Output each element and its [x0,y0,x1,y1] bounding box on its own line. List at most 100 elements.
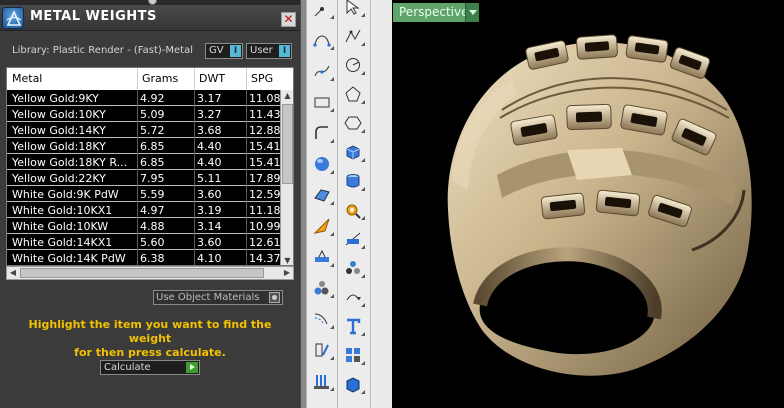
gear-settings-icon [346,204,361,219]
scroll-down-icon[interactable]: ▼ [281,255,293,265]
grid-array-tool-button[interactable] [340,344,366,366]
table-row[interactable]: White Gold:14K PdW 6.38 4.10 14.37 [7,250,280,265]
scroll-up-icon[interactable]: ▲ [281,90,293,102]
use-object-materials-label: Use Object Materials [156,292,260,303]
layout-tool-button[interactable] [309,339,335,361]
curve-bezier-icon [313,35,331,47]
hexagon-tool-button[interactable] [340,112,366,134]
close-button[interactable]: ✕ [281,12,296,27]
table-row[interactable]: Yellow Gold:18KY 6.85 4.40 15.41 [7,138,280,154]
panel-title: METAL WEIGHTS [30,9,157,24]
panel-titlebar: METAL WEIGHTS ✕ [0,5,300,31]
fillet-curve-tool-button[interactable] [309,122,335,144]
curve-point-tool-button[interactable] [309,0,335,20]
rotate-arc-tool-button[interactable] [340,286,366,308]
table-row[interactable]: White Gold:10KX1 4.97 3.19 11.18 [7,202,280,218]
gv-toggle-button[interactable]: GV I [205,43,243,59]
perspective-viewport[interactable]: Perspective [392,0,784,408]
cell-grams: 5.72 [140,124,165,137]
cell-metal: Yellow Gold:14KY [12,124,106,137]
rotate-arc-icon [346,294,361,301]
curve-point-icon [314,7,324,17]
calculate-label: Calculate [104,362,151,373]
user-toggle-button[interactable]: User I [246,43,292,59]
scroll-left-icon[interactable]: ◀ [7,267,19,279]
table-row[interactable]: Yellow Gold:9KY 4.92 3.17 11.08 [7,90,280,106]
viewport-view-selector[interactable]: Perspective [393,3,479,22]
circle-tool-button[interactable] [340,54,366,76]
cylinder-tool-button[interactable] [340,170,366,192]
column-divider [194,90,195,265]
box-icon [346,145,360,160]
cell-spg: 15.41 [249,156,280,169]
chevron-down-icon[interactable] [465,3,479,22]
cell-metal: White Gold:9K PdW [12,188,119,201]
column-divider [137,90,138,265]
table-body: Yellow Gold:9KY 4.92 3.17 11.08 Yellow Gold:… [7,90,280,265]
cell-metal: Yellow Gold:22KY [12,172,106,185]
table-row[interactable]: White Gold:9K PdW 5.59 3.60 12.59 [7,186,280,202]
table-row[interactable]: White Gold:10KW 4.88 3.14 10.99 [7,218,280,234]
table-row[interactable]: Yellow Gold:18KY R... 6.85 4.40 15.41 [7,154,280,170]
box-solid-tool-button[interactable] [340,373,366,395]
cell-dwt: 3.17 [197,92,222,105]
table-row[interactable]: Yellow Gold:10KY 5.09 3.27 11.43 [7,106,280,122]
cell-grams: 4.88 [140,220,165,233]
boolean-tool-button[interactable] [309,246,335,268]
cell-metal: Yellow Gold:18KY R... [12,156,128,169]
scroll-right-icon[interactable]: ▶ [281,267,293,279]
select-arrow-tool-button[interactable] [340,0,366,18]
cell-spg: 14.37 [249,252,280,265]
table-row[interactable]: White Gold:14KX1 5.60 3.60 12.61 [7,234,280,250]
column-header-spg[interactable]: SPG [251,72,273,85]
table-row[interactable]: Yellow Gold:14KY 5.72 3.68 12.88 [7,122,280,138]
fillet-curve-icon [315,126,328,139]
gumball-arrow-icon [313,218,330,234]
box-tool-button[interactable] [340,141,366,163]
surface-patch-tool-button[interactable] [309,184,335,206]
column-header-grams[interactable]: Grams [142,72,178,85]
calculate-button[interactable]: Calculate [100,360,200,375]
table-row[interactable]: Yellow Gold:22KY 7.95 5.11 17.89 [7,170,280,186]
offset-curve-tool-button[interactable] [309,308,335,330]
table-vertical-scrollbar[interactable]: ▲ ▼ [280,90,293,265]
cell-dwt: 3.68 [197,124,222,137]
cell-dwt: 3.60 [197,236,222,249]
group-spheres-tool-button[interactable] [309,277,335,299]
cell-grams: 4.97 [140,204,165,217]
box-solid-icon [346,377,360,393]
rectangle-tool-button[interactable] [309,91,335,113]
header-divider [137,68,138,90]
gv-toggle-indicator: I [230,45,241,57]
boolean-icon [315,249,329,262]
polygon-tool-button[interactable] [340,83,366,105]
instruction-line-2: for then press calculate. [74,346,226,359]
scroll-thumb[interactable] [282,104,293,184]
curve-interpolate-tool-button[interactable] [309,60,335,82]
split-tool-button[interactable] [340,228,366,250]
metal-table: Metal Grams DWT SPG Yellow Gold:9KY 4.92 3… [6,67,294,266]
curve-bezier-tool-button[interactable] [309,29,335,51]
instruction-line-1: Highlight the item you want to find the … [28,318,272,345]
cell-dwt: 3.14 [197,220,222,233]
split-icon [345,232,361,246]
cell-grams: 6.38 [140,252,165,265]
viewport-label: Perspective [399,5,469,19]
use-object-materials-radio[interactable] [269,292,280,303]
column-header-metal[interactable]: Metal [12,72,42,85]
gear-settings-tool-button[interactable] [340,199,366,221]
app-window: METAL WEIGHTS ✕ Library: Plastic Render … [0,0,784,408]
hscroll-thumb[interactable] [20,268,264,278]
cell-metal: Yellow Gold:18KY [12,140,106,153]
sphere-tool-button[interactable] [309,153,335,175]
panel-splitter[interactable] [300,0,307,408]
object-group-tool-button[interactable] [340,257,366,279]
column-header-dwt[interactable]: DWT [199,72,225,85]
use-object-materials-option[interactable]: Use Object Materials [153,290,283,305]
cell-dwt: 4.10 [197,252,222,265]
gumball-arrow-tool-button[interactable] [309,215,335,237]
array-tool-button[interactable] [309,370,335,392]
polyline-tool-button[interactable] [340,25,366,47]
text-tool-tool-button[interactable] [340,315,366,337]
table-horizontal-scrollbar[interactable]: ◀ ▶ [6,266,294,280]
